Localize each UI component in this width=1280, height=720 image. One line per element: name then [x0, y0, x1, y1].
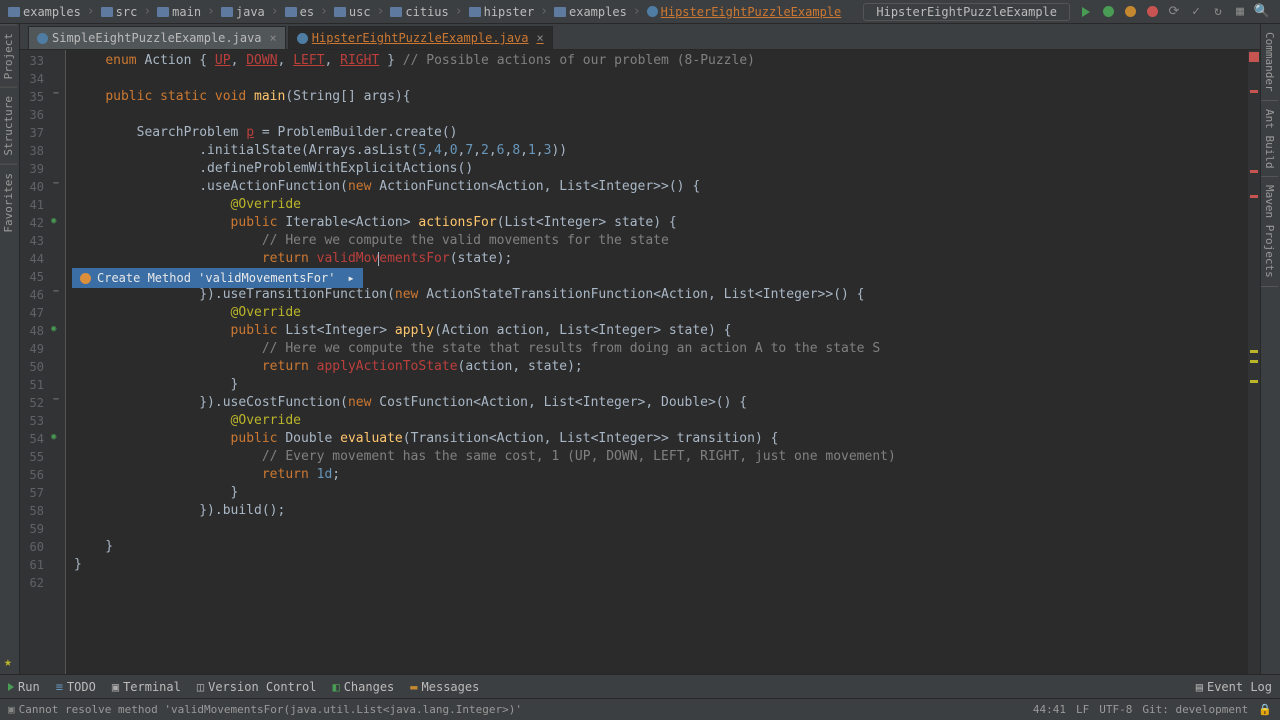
tool-window-tab[interactable]: Ant Build	[1261, 101, 1278, 178]
sync-icon[interactable]: ↻	[1210, 4, 1226, 20]
editor-tab[interactable]: HipsterEightPuzzleExample.java×	[288, 26, 553, 49]
folder-icon	[285, 7, 297, 17]
breadcrumb-item[interactable]: main	[153, 3, 205, 21]
folder-icon	[8, 7, 20, 17]
right-tool-strip: CommanderAnt BuildMaven Projects	[1260, 24, 1280, 674]
messages-tool-button[interactable]: ▬Messages	[410, 680, 479, 694]
intention-action-popup[interactable]: Create Method 'validMovementsFor'▸	[72, 268, 363, 288]
event-log-button[interactable]: ▤Event Log	[1196, 680, 1272, 694]
breadcrumb-item[interactable]: hipster	[465, 3, 539, 21]
folder-icon	[469, 7, 481, 17]
breadcrumb-item[interactable]: usc	[330, 3, 375, 21]
line-number-gutter: 3334353637383940414243444546474849505152…	[20, 50, 48, 674]
breadcrumb-item[interactable]: es	[281, 3, 318, 21]
java-icon	[647, 6, 658, 17]
submenu-arrow-icon: ▸	[347, 269, 354, 287]
status-bar: ▣ Cannot resolve method 'validMovementsF…	[0, 698, 1280, 720]
line-separator[interactable]: LF	[1076, 703, 1089, 716]
breadcrumb-item[interactable]: examples	[550, 3, 631, 21]
java-file-icon	[37, 33, 48, 44]
error-marker[interactable]	[1250, 195, 1258, 198]
run-icon[interactable]	[1078, 4, 1094, 20]
warning-marker[interactable]	[1250, 350, 1258, 353]
breadcrumb-item[interactable]: citius	[386, 3, 452, 21]
git-branch[interactable]: Git: development	[1142, 703, 1248, 716]
folder-icon	[334, 7, 346, 17]
error-marker[interactable]	[1250, 170, 1258, 173]
cursor-position: 44:41	[1033, 703, 1066, 716]
todo-tool-button[interactable]: ≡TODO	[56, 680, 96, 694]
java-file-icon	[297, 33, 308, 44]
lightbulb-icon	[80, 273, 91, 284]
lock-icon[interactable]: 🔒	[1258, 703, 1272, 716]
tool-window-tab[interactable]: Structure	[0, 87, 17, 164]
commit-icon[interactable]: ✓	[1188, 4, 1204, 20]
editor-tab[interactable]: SimpleEightPuzzleExample.java×	[28, 26, 286, 49]
search-icon[interactable]: 🔍	[1254, 4, 1270, 20]
code-editor[interactable]: enum Action { UP, DOWN, LEFT, RIGHT } //…	[66, 50, 1248, 674]
error-stripe[interactable]	[1248, 50, 1260, 674]
folder-icon	[157, 7, 169, 17]
favorites-star-icon[interactable]: ★	[0, 651, 19, 674]
navigation-bar: examples›src›main›java›es›usc›citius›hip…	[0, 0, 1280, 24]
folder-icon	[221, 7, 233, 17]
warning-marker[interactable]	[1250, 380, 1258, 383]
warning-marker[interactable]	[1250, 360, 1258, 363]
stop-icon[interactable]	[1144, 4, 1160, 20]
version-control-tool-button[interactable]: ◫Version Control	[197, 680, 317, 694]
editor-tabs: SimpleEightPuzzleExample.java×HipsterEig…	[20, 24, 1260, 50]
close-tab-icon[interactable]: ×	[270, 31, 277, 45]
tool-window-tab[interactable]: Favorites	[0, 164, 17, 241]
update-icon[interactable]: ⟳	[1166, 4, 1182, 20]
terminal-tool-button[interactable]: ▣Terminal	[112, 680, 181, 694]
run-tool-button[interactable]: Run	[8, 680, 40, 694]
error-marker[interactable]	[1250, 90, 1258, 93]
close-tab-icon[interactable]: ×	[537, 31, 544, 45]
coverage-icon[interactable]	[1122, 4, 1138, 20]
run-configuration-dropdown[interactable]: HipsterEightPuzzleExample	[863, 3, 1070, 21]
file-encoding[interactable]: UTF-8	[1099, 703, 1132, 716]
icon-gutter	[48, 50, 66, 674]
breadcrumb-item[interactable]: examples	[4, 3, 85, 21]
folder-icon	[390, 7, 402, 17]
breadcrumb-item[interactable]: src	[97, 3, 142, 21]
error-indicator-icon	[1249, 52, 1259, 62]
tool-window-tab[interactable]: Project	[0, 24, 17, 87]
breadcrumb-item[interactable]: HipsterEightPuzzleExample	[643, 3, 846, 21]
status-message: Cannot resolve method 'validMovementsFor…	[19, 703, 522, 716]
changes-tool-button[interactable]: ◧Changes	[332, 680, 394, 694]
breadcrumb-item[interactable]: java	[217, 3, 269, 21]
folder-icon	[101, 7, 113, 17]
folder-icon	[554, 7, 566, 17]
debug-icon[interactable]	[1100, 4, 1116, 20]
tool-window-tab[interactable]: Commander	[1261, 24, 1278, 101]
bottom-tool-bar: Run ≡TODO ▣Terminal ◫Version Control ◧Ch…	[0, 674, 1280, 698]
status-icon: ▣	[8, 703, 15, 716]
tool-window-tab[interactable]: Maven Projects	[1261, 177, 1278, 287]
settings-icon[interactable]: ▦	[1232, 4, 1248, 20]
left-tool-strip: ProjectStructureFavorites ★	[0, 24, 20, 674]
